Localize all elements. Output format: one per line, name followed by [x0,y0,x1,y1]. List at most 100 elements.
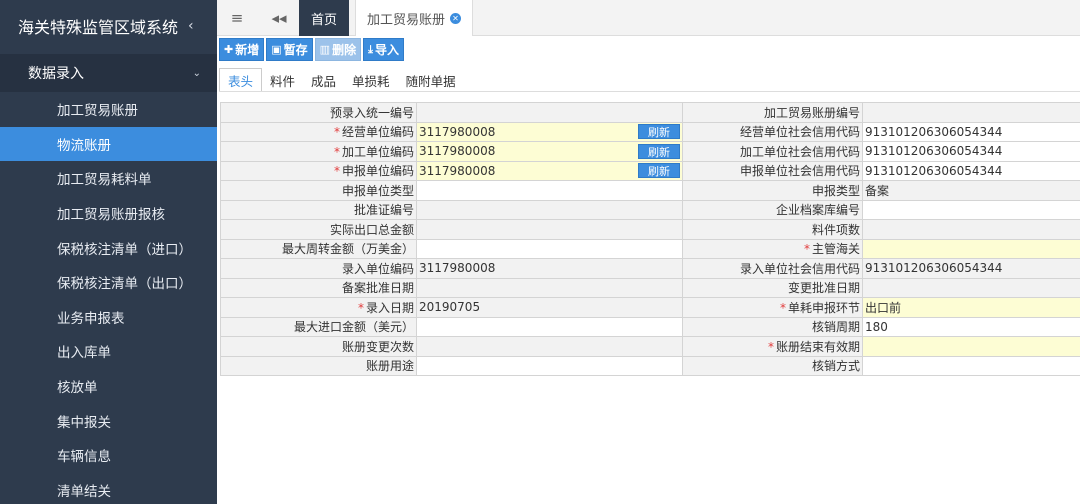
sidebar-item-ledger-verification[interactable]: 加工贸易账册报核 [0,196,217,231]
delete-button[interactable]: ▥ 删除 [314,38,362,61]
sidebar-item-processing-ledger[interactable]: 加工贸易账册 [0,92,217,127]
field-value: 3117980008 [419,144,496,159]
add-button[interactable]: ✚ 新增 [219,38,265,61]
tab-processing-ledger[interactable]: 加工贸易账册 ✕ [355,0,473,36]
delete-button-label: 删除 [332,43,357,57]
sidebar-item-label: 出入库单 [57,345,111,362]
sidebar-item-bonded-list-export[interactable]: 保税核注清单（出口） [0,265,217,300]
import-button[interactable]: ⤓ 导入 [363,38,404,61]
field-label: * 主管海关 [682,238,863,259]
tab-header[interactable]: 表头 [219,68,263,92]
ledger-header-form: 预录入统一编号 加工贸易账册编号 * 经营单位编码 3117980008 刷新 经营… [220,102,1080,376]
actual-export-total-field [416,219,683,240]
sidebar-section-label: 数据录入 [28,66,84,82]
field-value: 3117980008 [419,124,496,139]
refresh-button[interactable]: 刷新 [638,143,680,159]
consumption-declaration-stage-field[interactable]: 出口前 [862,297,1080,318]
sidebar-item-label: 物流账册 [57,137,111,154]
subtab-label: 料件 [270,73,296,89]
field-label: 预录入统一编号 [220,102,417,123]
max-turnover-field[interactable] [416,238,683,259]
processing-unit-credit-code-field[interactable]: 913101206306054344 [862,141,1080,162]
form-row: 账册变更次数 * 账册结束有效期 [220,336,1080,357]
ledger-change-count-field [416,336,683,357]
competent-customs-field[interactable] [862,238,1080,259]
field-label: 录入单位社会信用代码 [682,258,863,279]
sidebar-item-release-note[interactable]: 核放单 [0,369,217,404]
sidebar-item-vehicle-info[interactable]: 车辆信息 [0,438,217,473]
save-draft-button[interactable]: ▣ 暂存 [266,38,313,61]
sidebar-item-label: 清单结关 [57,483,111,500]
add-button-label: 新增 [235,43,260,57]
form-row: 最大周转金额（万美金） * 主管海关 [220,238,1080,259]
sidebar-item-business-declaration[interactable]: 业务申报表 [0,300,217,335]
processing-unit-code-field[interactable]: 3117980008 刷新 [416,141,683,162]
form-row: * 加工单位编码 3117980008 刷新 加工单位社会信用代码 91310120… [220,141,1080,162]
field-label: 最大进口金额（美元） [220,316,417,337]
sidebar-item-warehouse-entry[interactable]: 出入库单 [0,334,217,369]
sidebar-item-label: 加工贸易账册报核 [57,207,165,224]
form-row: 最大进口金额（美元） 核销周期 180 [220,316,1080,337]
chevron-left-icon[interactable]: ‹ [188,18,194,34]
save-button-label: 暂存 [283,43,308,57]
save-icon: ▣ [271,43,282,56]
double-chevron-left-icon[interactable]: ◂◂ [261,0,297,36]
close-icon[interactable]: ✕ [450,12,461,24]
field-label: 账册用途 [220,355,417,376]
action-toolbar: ✚ 新增 ▣ 暂存 ▥ 删除 ⤓ 导入 [219,38,404,62]
verification-period-field[interactable]: 180 [862,316,1080,337]
enterprise-archive-number-field[interactable] [862,199,1080,220]
trash-icon: ▥ [319,43,331,56]
required-star: * [779,300,786,315]
ledger-purpose-field[interactable] [416,355,683,376]
declaring-unit-code-field[interactable]: 3117980008 刷新 [416,160,683,181]
tab-materials[interactable]: 料件 [262,68,303,92]
form-row: 备案批准日期 变更批准日期 [220,277,1080,298]
sidebar-item-label: 保税核注清单（出口） [57,276,192,293]
declaring-unit-type-field[interactable] [416,180,683,201]
sidebar-item-centralized-declaration[interactable]: 集中报关 [0,403,217,438]
tab-consumption[interactable]: 单损耗 [344,68,398,92]
sidebar-item-label: 加工贸易耗料单 [57,172,152,189]
sidebar-item-logistics-ledger[interactable]: 物流账册 [0,126,217,162]
required-star: * [767,339,774,354]
max-import-amount-field[interactable] [416,316,683,337]
verification-method-field[interactable] [862,355,1080,376]
field-label-text: 经营单位编码 [341,125,414,140]
sidebar-item-list-closure[interactable]: 清单结关 [0,473,217,504]
field-label: 实际出口总金额 [220,219,417,240]
filing-approval-date-field [416,277,683,298]
field-label: 备案批准日期 [220,277,417,298]
sidebar-item-bonded-list-import[interactable]: 保税核注清单（进口） [0,230,217,265]
entry-unit-code-field: 3117980008 [416,258,683,279]
chevron-down-icon: ⌄ [192,67,201,79]
declaring-unit-credit-code-field[interactable]: 913101206306054344 [862,160,1080,181]
tab-home[interactable]: 首页 [299,0,349,36]
required-star: * [357,300,364,315]
field-label: 核销周期 [682,316,863,337]
operating-unit-code-field[interactable]: 3117980008 刷新 [416,121,683,142]
field-label-text: 录入日期 [365,300,414,315]
field-label: 加工单位社会信用代码 [682,141,863,162]
refresh-button[interactable]: 刷新 [638,163,680,179]
operating-unit-credit-code-field[interactable]: 913101206306054344 [862,121,1080,142]
tab-attachments[interactable]: 随附单据 [398,68,464,92]
sidebar-item-material-consumption[interactable]: 加工贸易耗料单 [0,161,217,196]
refresh-button[interactable]: 刷新 [638,124,680,140]
form-row: * 经营单位编码 3117980008 刷新 经营单位社会信用代码 91310120… [220,121,1080,142]
ledger-expiry-date-field[interactable] [862,336,1080,357]
plus-icon: ✚ [224,43,234,56]
tab-products[interactable]: 成品 [303,68,344,92]
field-label: * 申报单位编码 [220,160,417,181]
field-label: 经营单位社会信用代码 [682,121,863,142]
subtab-label: 成品 [311,73,337,89]
form-row: 批准证编号 企业档案库编号 [220,199,1080,220]
sidebar-section-data-entry[interactable]: 数据录入 ⌄ [0,54,217,92]
form-row: 预录入统一编号 加工贸易账册编号 [220,102,1080,123]
form-row: 账册用途 核销方式 [220,355,1080,376]
hamburger-icon[interactable]: ≡ [217,0,257,36]
system-title: 海关特殊监管区域系统 ‹ [0,0,217,52]
required-star: * [333,144,340,159]
sidebar-item-label: 集中报关 [57,414,111,431]
entry-unit-credit-code-field: 913101206306054344 [862,258,1080,279]
